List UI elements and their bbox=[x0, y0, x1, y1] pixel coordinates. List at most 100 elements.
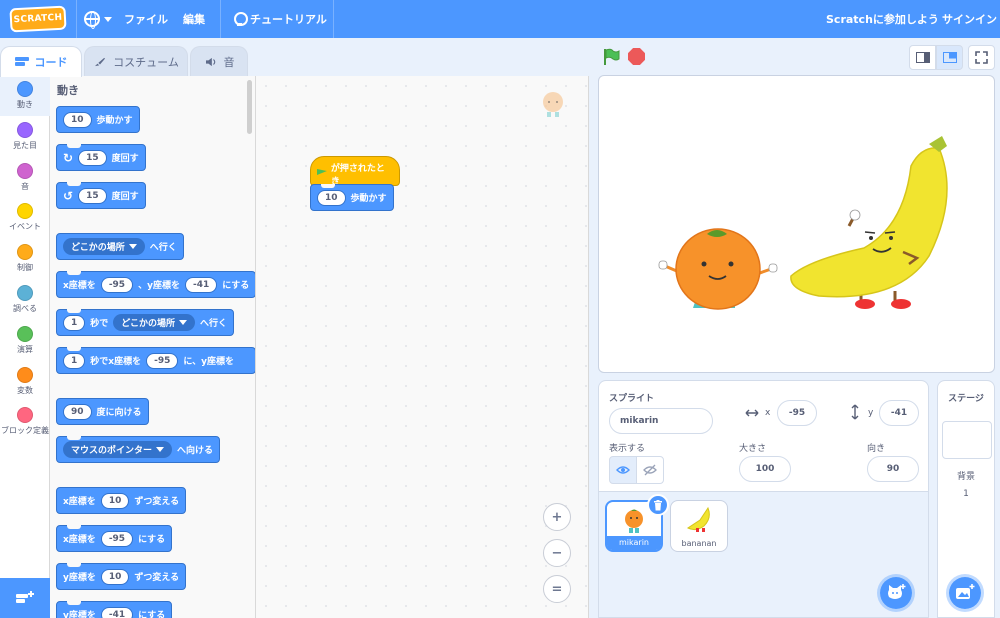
block-change-y[interactable]: y座標を 10 ずつ変える bbox=[56, 563, 187, 590]
small-stage-button[interactable] bbox=[909, 45, 936, 70]
choose-backdrop-button[interactable] bbox=[946, 574, 984, 612]
sprite-label: スプライト bbox=[609, 394, 655, 404]
zoom-in-icon: + bbox=[551, 509, 563, 525]
category-operators[interactable]: 演算 bbox=[0, 321, 50, 361]
sprite-name-input[interactable]: mikarin bbox=[609, 408, 713, 434]
category-my-blocks[interactable]: ブロック定義 bbox=[0, 402, 50, 442]
file-menu[interactable]: ファイル bbox=[124, 0, 168, 38]
tab-sounds[interactable]: 音 bbox=[190, 46, 248, 76]
normal-stage-button[interactable] bbox=[936, 45, 963, 70]
block-change-x[interactable]: x座標を 10 ずつ変える bbox=[56, 487, 187, 514]
show-sprite-button[interactable] bbox=[609, 456, 637, 484]
category-label: 演算 bbox=[17, 345, 33, 354]
block-glide-xy[interactable]: 1 秒でx座標を -95 に、y座標を bbox=[56, 347, 255, 374]
category-motion[interactable]: 動き bbox=[0, 76, 50, 116]
file-menu-label: ファイル bbox=[124, 13, 168, 26]
block-point-direction[interactable]: 90 度に向ける bbox=[56, 398, 149, 425]
chevron-down-icon bbox=[128, 244, 137, 249]
green-flag-button[interactable] bbox=[602, 48, 620, 66]
zoom-in-button[interactable]: + bbox=[543, 503, 571, 531]
tab-costumes[interactable]: コスチューム bbox=[84, 46, 188, 76]
category-control[interactable]: 制御 bbox=[0, 239, 50, 279]
when-flag-clicked-block[interactable]: が押されたとき bbox=[310, 156, 400, 187]
towards-target-dropdown[interactable]: マウスのポインター bbox=[63, 441, 173, 458]
y-change-input[interactable]: 10 bbox=[100, 568, 130, 585]
category-menu: 動き 見た目 音 イベント 制御 調べる 演算 変数 ブロック定義 bbox=[0, 76, 50, 618]
size-input[interactable]: 100 bbox=[739, 456, 791, 482]
category-sensing[interactable]: 調べる bbox=[0, 280, 50, 320]
category-events[interactable]: イベント bbox=[0, 198, 50, 238]
block-text: 秒で bbox=[90, 319, 109, 329]
script-move-steps-block[interactable]: 10 歩動かす bbox=[310, 184, 394, 211]
fullscreen-button[interactable] bbox=[968, 45, 995, 70]
script-area[interactable]: が押されたとき 10 歩動かす + − = bbox=[256, 76, 589, 618]
block-glide-to[interactable]: 1 秒で どこかの場所 へ行く bbox=[56, 309, 235, 336]
block-turn-left[interactable]: ↺ 15 度回す bbox=[56, 182, 146, 209]
zoom-out-button[interactable]: − bbox=[543, 539, 571, 567]
bananan-sprite[interactable] bbox=[790, 136, 948, 309]
block-turn-right[interactable]: ↻ 15 度回す bbox=[56, 144, 146, 171]
join-label: Scratchに参加しよう bbox=[826, 13, 939, 26]
stage-canvas[interactable] bbox=[598, 75, 995, 373]
steps-input[interactable]: 10 bbox=[317, 189, 346, 206]
block-goto-xy[interactable]: x座標を -95 、y座標を -41 にする bbox=[56, 271, 255, 298]
palette-scrollbar[interactable] bbox=[247, 80, 252, 134]
tutorials-menu[interactable]: チュートリアル bbox=[232, 0, 327, 38]
chevron-down-icon bbox=[156, 447, 165, 452]
block-move-steps[interactable]: 10 歩動かす bbox=[56, 106, 140, 133]
hide-sprite-button[interactable] bbox=[636, 456, 664, 484]
block-text: y座標を bbox=[63, 573, 96, 583]
rotate-right-icon: ↻ bbox=[63, 150, 74, 165]
join-scratch-link[interactable]: Scratchに参加しよう bbox=[826, 0, 939, 38]
menu-divider bbox=[333, 0, 334, 38]
y-position-input[interactable]: -41 bbox=[879, 400, 919, 426]
mikarin-sprite[interactable] bbox=[658, 228, 778, 310]
signin-link[interactable]: サインイン bbox=[942, 0, 997, 38]
direction-input[interactable]: 90 bbox=[63, 403, 92, 420]
block-point-towards[interactable]: マウスのポインター へ向ける bbox=[56, 436, 221, 463]
x-input[interactable]: -95 bbox=[146, 352, 179, 369]
x-input[interactable]: -95 bbox=[100, 530, 134, 547]
degrees-input[interactable]: 15 bbox=[78, 149, 107, 166]
block-goto[interactable]: どこかの場所 へ行く bbox=[56, 233, 184, 260]
category-looks[interactable]: 見た目 bbox=[0, 117, 50, 157]
stage-scene bbox=[658, 136, 948, 310]
x-position-input[interactable]: -95 bbox=[777, 400, 817, 426]
my-blocks-dot-icon bbox=[17, 407, 33, 423]
glide-target-dropdown[interactable]: どこかの場所 bbox=[113, 314, 196, 331]
seconds-input[interactable]: 1 bbox=[63, 352, 86, 369]
y-input[interactable]: -41 bbox=[100, 606, 134, 618]
x-input[interactable]: -95 bbox=[100, 276, 134, 293]
stop-button[interactable] bbox=[628, 48, 645, 65]
zoom-reset-button[interactable]: = bbox=[543, 575, 571, 603]
size-label: 大きさ bbox=[739, 444, 767, 454]
seconds-input[interactable]: 1 bbox=[63, 314, 86, 331]
block-set-x[interactable]: x座標を -95 にする bbox=[56, 525, 173, 552]
goto-target-dropdown[interactable]: どこかの場所 bbox=[63, 238, 145, 255]
choose-sprite-button[interactable] bbox=[877, 574, 915, 612]
tab-code[interactable]: コード bbox=[0, 46, 82, 77]
category-sound[interactable]: 音 bbox=[0, 158, 50, 198]
edit-menu[interactable]: 編集 bbox=[183, 0, 205, 38]
sprite-tile-bananan[interactable]: bananan bbox=[670, 500, 728, 552]
direction-input[interactable]: 90 bbox=[867, 456, 919, 482]
steps-input[interactable]: 10 bbox=[63, 111, 92, 128]
language-menu[interactable] bbox=[84, 0, 112, 38]
y-input[interactable]: -41 bbox=[184, 276, 218, 293]
x-change-input[interactable]: 10 bbox=[100, 492, 130, 509]
block-text: に、y座標を bbox=[183, 357, 234, 367]
delete-sprite-button[interactable] bbox=[647, 494, 669, 516]
chevron-down-icon bbox=[104, 16, 112, 22]
rotate-left-icon: ↺ bbox=[63, 188, 74, 203]
degrees-input[interactable]: 15 bbox=[78, 187, 107, 204]
stage-thumbnail[interactable] bbox=[942, 421, 992, 459]
speaker-icon bbox=[205, 57, 215, 66]
category-variables[interactable]: 変数 bbox=[0, 362, 50, 402]
block-set-y[interactable]: y座標を -41 にする bbox=[56, 601, 173, 618]
add-extension-button[interactable] bbox=[0, 578, 50, 618]
block-text: x座標を bbox=[63, 281, 96, 291]
menu-divider bbox=[76, 0, 77, 38]
backdrops-label: 背景 bbox=[956, 472, 975, 482]
scratch-logo[interactable]: SCRATCH bbox=[9, 5, 67, 33]
block-text: にする bbox=[222, 281, 250, 291]
